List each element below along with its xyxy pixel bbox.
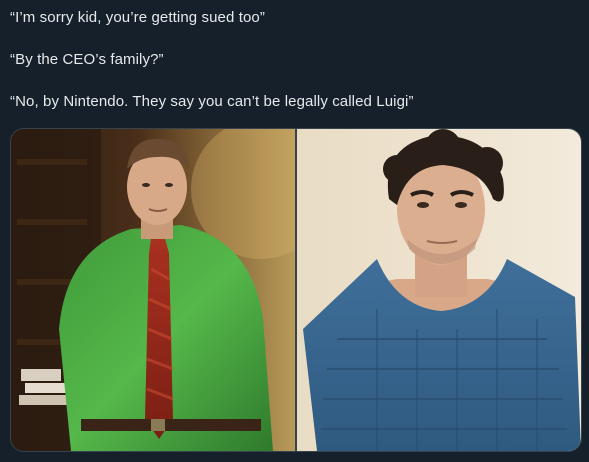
man-in-green-shirt-image bbox=[11, 129, 295, 451]
media-grid bbox=[10, 128, 582, 452]
young-man-in-blue-vest-image bbox=[297, 129, 581, 451]
tweet-post: “I’m sorry kid, you’re getting sued too”… bbox=[0, 0, 589, 462]
left-photo[interactable] bbox=[11, 129, 295, 451]
tweet-text-line: “By the CEO’s family?” bbox=[10, 51, 164, 68]
tweet-text: “I’m sorry kid, you’re getting sued too”… bbox=[10, 8, 579, 112]
tweet-text-line: “I’m sorry kid, you’re getting sued too” bbox=[10, 9, 265, 26]
right-photo[interactable] bbox=[297, 129, 581, 451]
tweet-text-line: “No, by Nintendo. They say you can’t be … bbox=[10, 93, 414, 110]
